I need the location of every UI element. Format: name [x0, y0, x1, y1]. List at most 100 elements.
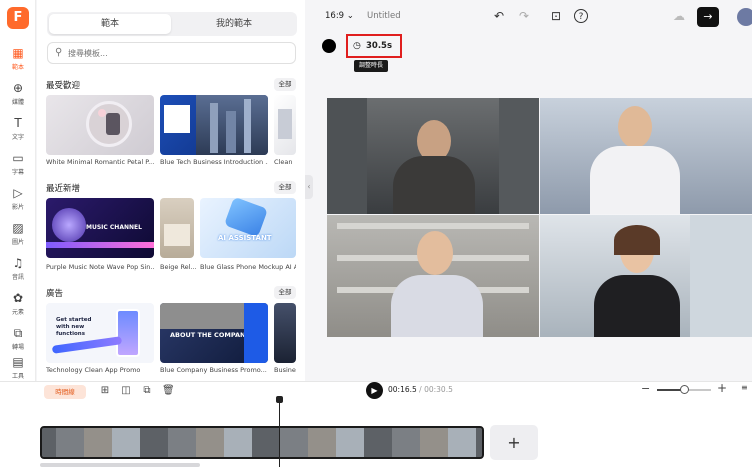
timeline-frame [266, 428, 294, 457]
collapse-panel-button[interactable]: ‹ [305, 175, 313, 199]
rail-item-templates[interactable]: ▦ 範本 [0, 43, 36, 75]
clock-icon: ◷ [353, 41, 361, 51]
see-all-button[interactable]: 全部 [274, 78, 296, 91]
duration-button[interactable]: ◷ 30.5s [346, 34, 402, 58]
timeline-frame [406, 428, 434, 457]
project-title[interactable]: Untitled [367, 11, 401, 21]
video-track-clip[interactable] [40, 426, 484, 459]
playhead[interactable] [279, 399, 280, 467]
rail-item-audio[interactable]: ♫ 音訊 [0, 253, 36, 285]
subtitle-icon: ▭ [12, 151, 24, 165]
text-icon: T [14, 116, 22, 130]
timeline-frame [350, 428, 378, 457]
rail-item-image[interactable]: ▨ 圖片 [0, 218, 36, 250]
template-caption: Clean [274, 158, 293, 166]
duplicate-icon[interactable]: ⧉ [141, 385, 153, 397]
template-caption: White Minimal Romantic Petal P... [46, 158, 155, 166]
aspect-ratio-value: 16:9 [325, 11, 345, 21]
rail-label: 範本 [11, 64, 24, 71]
zoom-out-button[interactable]: − [641, 382, 650, 395]
thumb-text: AI ASSISTANT [218, 234, 272, 242]
cloud-icon[interactable]: ☁ [672, 9, 686, 23]
rail-label: 工具 [11, 373, 24, 380]
time-separator: / [419, 385, 422, 394]
search-input[interactable] [68, 46, 288, 61]
rail-label: 圖片 [11, 239, 24, 246]
video-icon: ▷ [13, 186, 23, 200]
timeline-frame [322, 428, 350, 457]
template-search[interactable]: ⚲ [47, 42, 296, 64]
section-title-new: 最近新增 [46, 184, 81, 194]
thumb-text: ABOUT THE COMPANY [170, 331, 251, 339]
add-clip-button[interactable]: + [490, 425, 538, 460]
template-thumb[interactable] [160, 198, 194, 258]
redo-icon[interactable]: ↷ [517, 9, 531, 23]
avatar[interactable] [737, 8, 752, 26]
add-track-icon[interactable]: ⊞ [99, 385, 111, 397]
template-thumb[interactable] [46, 95, 154, 155]
export-button[interactable]: → [697, 7, 719, 27]
editor-app: F ▦ 範本 ⊕ 媒體 T 文字 ▭ 字幕 ▷ 影片 ▨ 圖片 ♫ 音訊 ✿ 元… [0, 0, 752, 467]
tab-templates[interactable]: 範本 [49, 14, 171, 34]
template-caption: Purple Music Note Wave Pop Sin... [46, 263, 154, 271]
timeline-frame [294, 428, 322, 457]
section-title-popular: 最受歡迎 [46, 81, 81, 91]
rail-item-subtitle[interactable]: ▭ 字幕 [0, 148, 36, 180]
timeline-frame [126, 428, 154, 457]
tools-icon: ▤ [12, 355, 24, 369]
duration-tooltip: 調整時長 [354, 60, 388, 72]
rail-item-elements[interactable]: ✿ 元素 [0, 288, 36, 320]
total-time: 00:30.5 [424, 385, 453, 394]
timeline-scrollbar[interactable] [40, 463, 200, 467]
play-button[interactable]: ▶ [366, 382, 383, 399]
help-icon[interactable]: ? [574, 9, 588, 23]
see-all-button[interactable]: 全部 [274, 286, 296, 299]
template-thumb[interactable]: AI ASSISTANT [200, 198, 296, 258]
undo-icon[interactable]: ↶ [492, 9, 506, 23]
template-caption: Blue Tech Business Introduction ... [160, 158, 268, 166]
duration-value: 30.5s [366, 41, 393, 51]
rail-label: 文字 [11, 134, 24, 141]
video-tile [540, 98, 752, 214]
video-tile [540, 215, 752, 337]
time-display: 00:16.5 / 00:30.5 [388, 385, 453, 394]
zoom-slider-handle[interactable] [680, 385, 689, 394]
rail-label: 轉場 [11, 344, 24, 351]
background-color-swatch[interactable] [322, 39, 336, 53]
rail-label: 音訊 [11, 274, 24, 281]
template-thumb[interactable]: MUSIC CHANNEL [46, 198, 154, 258]
template-thumb[interactable] [160, 95, 268, 155]
rail-label: 媒體 [11, 99, 24, 106]
split-icon[interactable]: ◫ [120, 385, 132, 397]
zoom-in-button[interactable]: + [717, 381, 727, 395]
tab-my-templates[interactable]: 我的範本 [173, 14, 295, 34]
rail-item-tools[interactable]: ▤ 工具 [0, 352, 36, 384]
audio-icon: ♫ [12, 256, 24, 270]
video-tile [327, 215, 539, 337]
see-all-button[interactable]: 全部 [274, 181, 296, 194]
timeline-frame [378, 428, 406, 457]
template-thumb[interactable]: Get started with new functions [46, 303, 154, 363]
template-icon: ▦ [12, 46, 24, 60]
left-rail: F ▦ 範本 ⊕ 媒體 T 文字 ▭ 字幕 ▷ 影片 ▨ 圖片 ♫ 音訊 ✿ 元… [0, 0, 36, 381]
delete-icon[interactable]: 🗑 [162, 385, 175, 397]
template-thumb[interactable]: ABOUT THE COMPANY [160, 303, 268, 363]
rail-item-video[interactable]: ▷ 影片 [0, 183, 36, 215]
rail-item-media[interactable]: ⊕ 媒體 [0, 78, 36, 110]
timeline-frame [70, 428, 98, 457]
media-icon: ⊕ [12, 81, 24, 95]
preview-icon[interactable]: ⊡ [549, 9, 563, 23]
video-canvas[interactable] [327, 98, 752, 337]
template-thumb[interactable] [274, 303, 296, 363]
aspect-ratio-select[interactable]: 16:9 ⌄ [325, 11, 354, 21]
app-logo[interactable]: F [7, 7, 29, 29]
zoom-slider[interactable] [657, 385, 711, 394]
search-icon: ⚲ [55, 47, 63, 58]
rail-label: 影片 [11, 204, 24, 211]
more-icon[interactable]: ≡ [741, 383, 748, 392]
rail-item-transition[interactable]: ⧉ 轉場 [0, 323, 36, 355]
rail-item-text[interactable]: T 文字 [0, 113, 36, 145]
timeline-toggle-button[interactable]: 時間線 [44, 385, 86, 399]
timeline-frame [434, 428, 462, 457]
template-thumb[interactable] [274, 95, 296, 155]
